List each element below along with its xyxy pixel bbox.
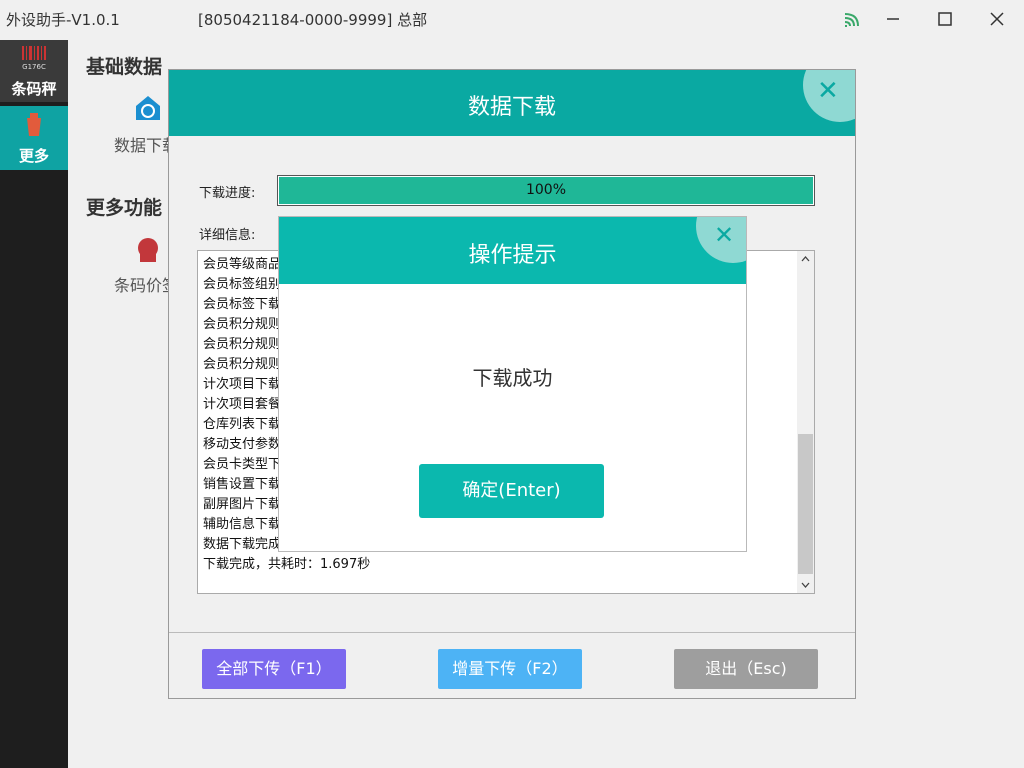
confirm-button[interactable]: 确定(Enter) bbox=[419, 464, 604, 518]
sidebar: G176C 条码秤 更多 bbox=[0, 40, 68, 768]
log-line: 数据下载完成 bbox=[203, 537, 282, 552]
progress-text: 100% bbox=[525, 182, 567, 198]
download-tile-icon bbox=[134, 94, 162, 126]
log-line: 会员积分规则 bbox=[203, 357, 282, 372]
alert-message: 下载成功 bbox=[472, 366, 553, 390]
maximize-button[interactable] bbox=[928, 6, 962, 32]
close-icon: ✕ bbox=[817, 76, 839, 106]
barcode-icon: G176C bbox=[18, 44, 50, 76]
all-upload-button[interactable]: 全部下传（F1） bbox=[202, 649, 346, 689]
close-icon: ✕ bbox=[714, 221, 735, 249]
sidebar-item-scale[interactable]: G176C 条码秤 bbox=[0, 40, 68, 102]
log-line: 计次项目下载 bbox=[203, 377, 282, 392]
log-line: 移动支付参数 bbox=[203, 437, 282, 452]
detail-label: 详细信息: bbox=[199, 228, 256, 243]
log-scrollbar[interactable] bbox=[797, 251, 814, 593]
log-line: 销售设置下载 bbox=[203, 477, 282, 492]
log-line: 会员卡类型下 bbox=[203, 457, 282, 472]
more-features-title: 更多功能 bbox=[86, 197, 163, 219]
log-line: 会员等级商品 bbox=[203, 257, 282, 272]
sidebar-item-more[interactable]: 更多 bbox=[0, 106, 68, 170]
app-title: 外设助手-V1.0.1 bbox=[6, 11, 120, 29]
alert-header: 操作提示 ✕ bbox=[279, 217, 746, 284]
log-line: 会员标签下载 bbox=[203, 297, 282, 312]
log-line: 副屏图片下载 bbox=[203, 497, 282, 512]
sidebar-item-label: 条码秤 bbox=[11, 80, 57, 98]
log-line: 辅助信息下载 bbox=[203, 517, 282, 532]
incremental-upload-button[interactable]: 增量下传（F2） bbox=[438, 649, 582, 689]
title-bar: 外设助手-V1.0.1 [8050421184-0000-9999] 总部 bbox=[0, 0, 1024, 40]
exit-button[interactable]: 退出（Esc) bbox=[674, 649, 818, 689]
minimize-button[interactable] bbox=[876, 6, 910, 32]
log-line: 下载完成，共耗时：1.697秒 bbox=[203, 557, 371, 572]
progress-label: 下载进度: bbox=[199, 186, 256, 201]
download-progress-bar: 100% bbox=[277, 175, 815, 206]
log-line: 计次项目套餐 bbox=[203, 397, 282, 412]
price-tag-tile-icon bbox=[134, 236, 162, 268]
operation-alert-dialog: 操作提示 ✕ 下载成功 确定(Enter) bbox=[278, 216, 747, 552]
log-line: 会员积分规则 bbox=[203, 337, 282, 352]
scroll-down-icon[interactable] bbox=[797, 576, 814, 593]
sidebar-item-label: 更多 bbox=[18, 147, 49, 165]
svg-text:G176C: G176C bbox=[22, 63, 46, 71]
dialog-header: 数据下载 ✕ bbox=[169, 70, 855, 136]
log-line: 仓库列表下载 bbox=[203, 417, 282, 432]
log-line: 会员标签组别 bbox=[203, 277, 282, 292]
scroll-up-icon[interactable] bbox=[797, 251, 814, 268]
wifi-icon bbox=[843, 10, 863, 32]
alert-title: 操作提示 bbox=[468, 243, 557, 268]
basic-data-title: 基础数据 bbox=[86, 56, 163, 78]
footer-divider bbox=[169, 632, 855, 633]
scroll-thumb[interactable] bbox=[798, 434, 813, 574]
more-icon bbox=[23, 112, 45, 142]
log-line: 会员积分规则 bbox=[203, 317, 282, 332]
dialog-title: 数据下载 bbox=[467, 95, 556, 120]
device-info: [8050421184-0000-9999] 总部 bbox=[198, 11, 428, 29]
close-window-button[interactable] bbox=[980, 6, 1014, 32]
